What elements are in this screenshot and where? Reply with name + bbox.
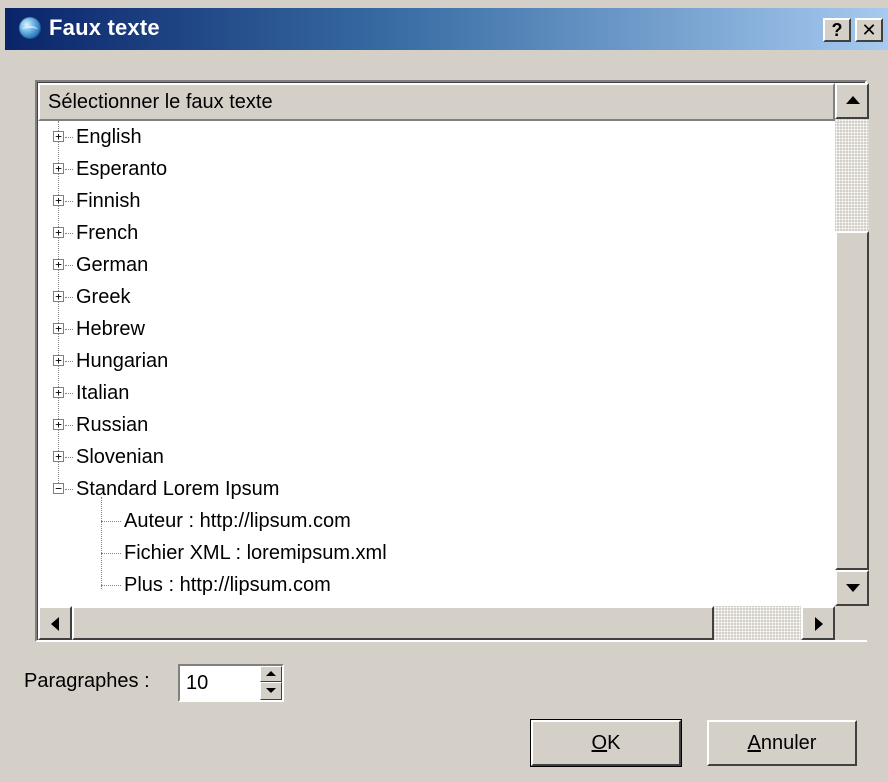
tree-item-label: Finnish [76, 190, 141, 212]
tree-column-header[interactable]: Sélectionner le faux texte [38, 83, 835, 121]
tree-header-label: Sélectionner le faux texte [48, 91, 273, 113]
cancel-button[interactable]: Annuler [707, 720, 857, 766]
paragraphs-spinbox[interactable] [178, 664, 284, 702]
plus-box-icon[interactable]: + [53, 451, 64, 462]
tree-connector-line [58, 121, 59, 489]
tree-child-connector-line [101, 497, 102, 589]
scroll-track[interactable] [835, 119, 869, 231]
paragraphs-label: Paragraphes : [24, 670, 150, 692]
plus-box-icon[interactable]: + [53, 291, 64, 302]
scroll-down-button[interactable] [835, 570, 869, 606]
plus-box-icon[interactable]: + [53, 259, 64, 270]
tree-view[interactable]: Sélectionner le faux texte + English + E… [35, 80, 869, 642]
cancel-mnemonic: A [747, 732, 761, 754]
close-button[interactable]: ✕ [855, 18, 883, 42]
tree-child-label: Fichier XML : loremipsum.xml [124, 542, 387, 564]
tree-body: + English + Esperanto + Finnish + French… [38, 121, 835, 606]
scroll-right-button[interactable] [801, 606, 835, 640]
help-button[interactable]: ? [823, 18, 851, 42]
plus-box-icon[interactable]: + [53, 131, 64, 142]
tree-item-label: Russian [76, 414, 149, 436]
scrollbar-corner [835, 606, 869, 640]
ok-label-rest: K [607, 732, 621, 754]
globe-icon [19, 17, 41, 39]
tree-item-label: English [76, 126, 142, 148]
plus-box-icon[interactable]: + [53, 163, 64, 174]
horizontal-scroll-thumb[interactable] [72, 606, 714, 640]
vertical-scrollbar[interactable] [835, 83, 869, 606]
tree-item-label: Standard Lorem Ipsum [76, 478, 280, 500]
ok-mnemonic: O [591, 732, 608, 754]
paragraphs-input[interactable] [182, 668, 256, 698]
tree-item-label: Hebrew [76, 318, 145, 340]
spin-down-button[interactable] [260, 682, 282, 700]
arrow-up-icon [266, 671, 276, 676]
tree-item-label: Greek [76, 286, 131, 308]
tree-item-label: German [76, 254, 149, 276]
tree-item-label: Esperanto [76, 158, 168, 180]
arrow-right-icon [815, 617, 823, 631]
cancel-label-rest: nnuler [760, 732, 817, 754]
arrow-down-icon [846, 584, 860, 592]
scroll-left-button[interactable] [38, 606, 72, 640]
tree-child-label: Plus : http://lipsum.com [124, 574, 331, 596]
tree-item-label: Hungarian [76, 350, 169, 372]
plus-box-icon[interactable]: + [53, 195, 64, 206]
arrow-left-icon [51, 617, 59, 631]
tree-item-label: Italian [76, 382, 130, 404]
minus-box-icon[interactable]: − [53, 483, 64, 494]
plus-box-icon[interactable]: + [53, 387, 64, 398]
plus-box-icon[interactable]: + [53, 355, 64, 366]
window-title: Faux texte [49, 15, 160, 40]
scroll-up-button[interactable] [835, 83, 869, 119]
plus-box-icon[interactable]: + [53, 323, 64, 334]
arrow-down-icon [266, 688, 276, 693]
spin-up-button[interactable] [260, 666, 282, 682]
tree-item-label: Slovenian [76, 446, 164, 468]
horizontal-scrollbar[interactable] [38, 606, 835, 640]
scroll-track[interactable] [714, 606, 801, 640]
plus-box-icon[interactable]: + [53, 419, 64, 430]
plus-box-icon[interactable]: + [53, 227, 64, 238]
vertical-scroll-thumb[interactable] [835, 231, 869, 570]
ok-button[interactable]: OK [531, 720, 681, 766]
tree-item-label: French [76, 222, 139, 244]
title-bar[interactable]: Faux texte ? ✕ [5, 8, 888, 50]
tree-child-label: Auteur : http://lipsum.com [124, 510, 351, 532]
dialog-window: Faux texte ? ✕ Sélectionner le faux text… [0, 0, 888, 782]
arrow-up-icon [846, 96, 860, 104]
